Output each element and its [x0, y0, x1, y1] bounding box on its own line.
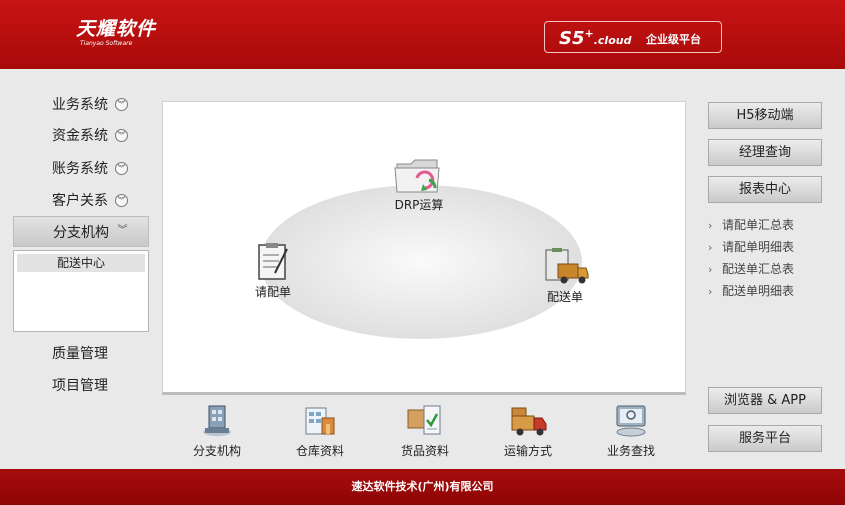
report-item[interactable]: › 配送单明细表: [708, 281, 794, 303]
chevron-down-icon: ︾: [115, 97, 128, 111]
report-item[interactable]: › 请配单明细表: [708, 237, 794, 259]
chevron-right-icon: ›: [708, 241, 713, 254]
footer-bar: 速达软件技术(广州)有限公司: [0, 469, 845, 505]
branch-submenu: 配送中心: [13, 250, 149, 332]
bottom-icon-warehouse[interactable]: 仓库资料: [280, 404, 360, 459]
report-item[interactable]: › 配送单汇总表: [708, 259, 794, 281]
logo-english: Tianyao Software: [80, 40, 133, 47]
platform-label: 企业级平台: [646, 33, 701, 46]
chevron-right-icon: ›: [708, 219, 713, 232]
chevron-right-icon: ›: [708, 285, 713, 298]
sidebar-item-customer[interactable]: 客户关系 ︾: [13, 185, 149, 215]
chevron-down-icon: ︾: [117, 225, 128, 236]
sidebar-item-project[interactable]: 项目管理: [13, 370, 149, 400]
folder-sync-icon: [394, 159, 440, 193]
sidebar-item-accounting[interactable]: 账务系统 ︾: [13, 153, 149, 183]
browser-app-button[interactable]: 浏览器 & APP: [708, 387, 822, 414]
manager-query-button[interactable]: 经理查询: [708, 139, 822, 166]
flow-node-drp[interactable]: DRP运算: [389, 154, 449, 213]
bottom-icon-transport[interactable]: 运输方式: [488, 404, 568, 459]
flow-node-label: DRP运算: [394, 198, 444, 212]
company-name: 速达软件技术(广州)有限公司: [351, 480, 494, 493]
product-name: S5+.cloud: [559, 27, 632, 49]
delivery-truck-icon: [545, 248, 589, 284]
product-badge: S5+.cloud 企业级平台: [544, 21, 722, 53]
goods-icon: [407, 405, 441, 435]
branch-icon: [203, 405, 231, 436]
header-bar: 天耀软件 Tianyao Software S5+.cloud 企业级平台: [0, 0, 845, 69]
search-icon: [616, 405, 646, 437]
sidebar-item-label: 分支机构: [53, 224, 109, 241]
sidebar-item-label: 质量管理: [52, 346, 108, 362]
bottom-icon-label: 业务查找: [606, 444, 655, 458]
sidebar-item-label: 客户关系: [52, 193, 108, 209]
flow-node-request[interactable]: 请配单: [243, 241, 303, 300]
flow-canvas: DRP运算 请配单 配送单: [162, 101, 686, 395]
logo-chinese: 天耀软件: [76, 18, 157, 40]
submenu-item-distribution-center[interactable]: 配送中心: [17, 254, 145, 272]
sidebar-item-label: 资金系统: [52, 128, 108, 144]
bottom-icon-search[interactable]: 业务查找: [591, 404, 671, 459]
bottom-icon-label: 运输方式: [503, 444, 552, 458]
chevron-down-icon: ︾: [115, 193, 128, 207]
report-item[interactable]: › 请配单汇总表: [708, 215, 794, 237]
sidebar-item-label: 账务系统: [52, 161, 108, 177]
chevron-right-icon: ›: [708, 263, 713, 276]
sidebar-item-label: 业务系统: [52, 97, 108, 113]
mobile-h5-button[interactable]: H5移动端: [708, 102, 822, 129]
chevron-down-icon: ︾: [115, 128, 128, 142]
bottom-icon-label: 仓库资料: [295, 444, 344, 458]
bottom-icon-label: 货品资料: [400, 444, 449, 458]
flow-node-label: 配送单: [546, 290, 583, 304]
logo: 天耀软件 Tianyao Software: [76, 18, 156, 48]
sidebar-item-quality[interactable]: 质量管理: [13, 338, 149, 368]
transport-icon: [511, 407, 547, 436]
bottom-icon-goods[interactable]: 货品资料: [385, 404, 465, 459]
clipboard-icon: [258, 243, 288, 280]
chevron-down-icon: ︾: [115, 161, 128, 175]
bottom-icon-label: 分支机构: [192, 444, 241, 458]
flow-node-delivery[interactable]: 配送单: [535, 248, 595, 305]
service-platform-button[interactable]: 服务平台: [708, 425, 822, 452]
bottom-icon-branch[interactable]: 分支机构: [177, 404, 257, 459]
sidebar-item-label: 项目管理: [52, 378, 108, 394]
warehouse-icon: [305, 407, 335, 435]
flow-node-label: 请配单: [254, 285, 291, 299]
report-center-button[interactable]: 报表中心: [708, 176, 822, 203]
sidebar-item-business[interactable]: 业务系统 ︾: [13, 89, 149, 119]
sidebar-item-funds[interactable]: 资金系统 ︾: [13, 120, 149, 150]
sidebar-item-branch[interactable]: 分支机构 ︾: [13, 216, 149, 247]
report-list: › 请配单汇总表 › 请配单明细表 › 配送单汇总表 › 配送单明细表: [708, 215, 794, 303]
